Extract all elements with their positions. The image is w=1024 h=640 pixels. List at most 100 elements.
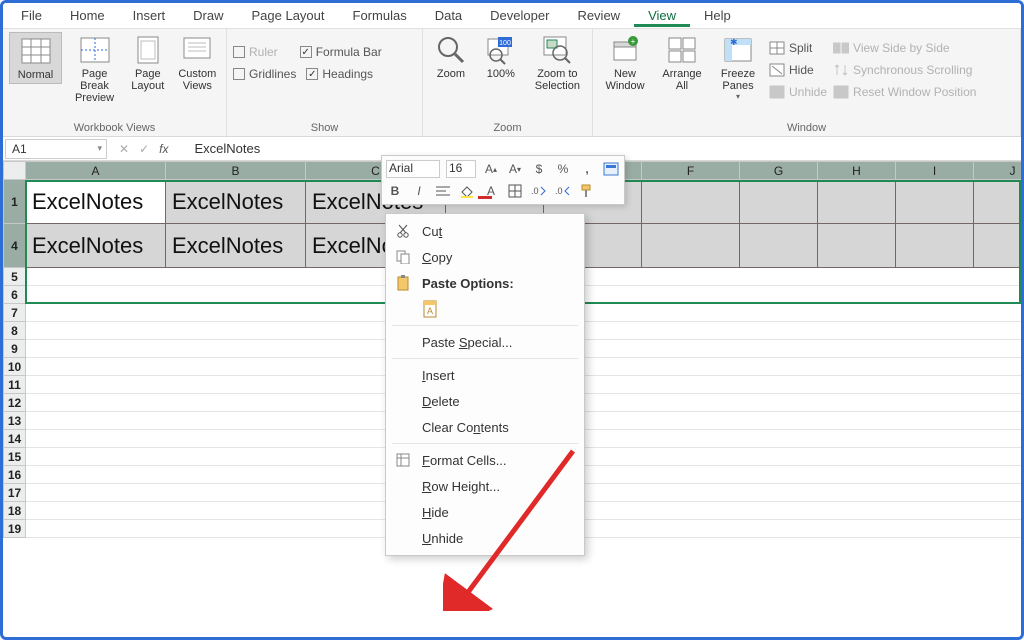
comma-format-icon[interactable]: , [578, 160, 596, 178]
col-header[interactable]: G [740, 162, 818, 180]
cell[interactable] [896, 180, 974, 224]
format-painter-icon[interactable] [578, 182, 596, 200]
gridlines-checkbox[interactable]: Gridlines [233, 64, 296, 84]
tab-review[interactable]: Review [563, 4, 634, 27]
borders-icon[interactable] [506, 182, 524, 200]
zoom-icon [435, 34, 467, 66]
hide-window-button[interactable]: Hide [769, 60, 827, 80]
zoom-button[interactable]: Zoom [429, 32, 473, 82]
ctx-clear-contents[interactable]: Clear Contents [386, 414, 584, 440]
cell[interactable] [740, 180, 818, 224]
worksheet-grid[interactable]: A B C D E F G H I J 1 ExcelNotes ExcelNo… [3, 161, 1021, 538]
cell[interactable] [642, 180, 740, 224]
tab-page-layout[interactable]: Page Layout [238, 4, 339, 27]
row-header[interactable]: 5 [4, 268, 26, 286]
row-header[interactable]: 15 [4, 448, 26, 466]
conditional-format-icon[interactable] [602, 160, 620, 178]
bold-icon[interactable]: B [386, 182, 404, 200]
normal-view-button[interactable]: Normal [9, 32, 62, 84]
cell[interactable]: ExcelNotes [26, 180, 166, 224]
ctx-unhide[interactable]: Unhide [386, 525, 584, 551]
ctx-row-height[interactable]: Row Height... [386, 473, 584, 499]
page-break-preview-button[interactable]: Page Break Preview [68, 32, 121, 106]
accounting-format-icon[interactable]: $ [530, 160, 548, 178]
ctx-hide[interactable]: Hide [386, 499, 584, 525]
cell[interactable] [642, 224, 740, 268]
col-header[interactable]: I [896, 162, 974, 180]
cell[interactable] [818, 180, 896, 224]
row-header[interactable]: 13 [4, 412, 26, 430]
new-window-button[interactable]: + New Window [599, 32, 651, 94]
row-header[interactable]: 17 [4, 484, 26, 502]
tab-formulas[interactable]: Formulas [339, 4, 421, 27]
formula-input[interactable]: ExcelNotes [178, 141, 260, 156]
tab-developer[interactable]: Developer [476, 4, 563, 27]
tab-view[interactable]: View [634, 4, 690, 27]
ctx-format-cells[interactable]: Format Cells... [386, 447, 584, 473]
cell[interactable] [974, 224, 1024, 268]
zoom-100-button[interactable]: 100 100% [479, 32, 523, 82]
font-select[interactable]: Arial [386, 160, 440, 178]
headings-checkbox[interactable]: ✓ Headings [306, 64, 373, 84]
font-color-icon[interactable]: A [482, 182, 500, 200]
cell[interactable] [818, 224, 896, 268]
decrease-font-icon[interactable]: A▾ [506, 160, 524, 178]
cell[interactable]: ExcelNotes [166, 224, 306, 268]
row-header[interactable]: 7 [4, 304, 26, 322]
cell[interactable] [740, 224, 818, 268]
row-header[interactable]: 1 [4, 180, 26, 224]
col-header[interactable]: A [26, 162, 166, 180]
row-header[interactable]: 9 [4, 340, 26, 358]
tab-draw[interactable]: Draw [179, 4, 237, 27]
row-header[interactable]: 14 [4, 430, 26, 448]
tab-file[interactable]: File [7, 4, 56, 27]
ctx-paste-special[interactable]: Paste Special... [386, 329, 584, 355]
cell[interactable] [974, 180, 1024, 224]
row-header[interactable]: 11 [4, 376, 26, 394]
cell[interactable]: ExcelNotes [26, 224, 166, 268]
align-icon[interactable] [434, 182, 452, 200]
name-box[interactable]: A1 [5, 139, 107, 159]
ctx-insert[interactable]: Insert [386, 362, 584, 388]
formula-bar-checkbox[interactable]: ✓ Formula Bar [300, 42, 382, 62]
row-header[interactable]: 19 [4, 520, 26, 538]
increase-decimal-icon[interactable]: .0 [530, 182, 548, 200]
fill-color-icon[interactable] [458, 182, 476, 200]
tab-home[interactable]: Home [56, 4, 119, 27]
select-all-corner[interactable] [4, 162, 26, 180]
increase-font-icon[interactable]: A▴ [482, 160, 500, 178]
font-size-select[interactable]: 16 [446, 160, 476, 178]
ctx-delete[interactable]: Delete [386, 388, 584, 414]
ctx-copy[interactable]: Copy [386, 244, 584, 270]
arrange-all-button[interactable]: Arrange All [657, 32, 707, 94]
row-header[interactable]: 18 [4, 502, 26, 520]
col-header[interactable]: B [166, 162, 306, 180]
row-header[interactable]: 16 [4, 466, 26, 484]
tab-help[interactable]: Help [690, 4, 745, 27]
ctx-cut[interactable]: Cut [386, 218, 584, 244]
custom-views-button[interactable]: Custom Views [175, 32, 220, 94]
fx-icon[interactable]: fx [159, 142, 168, 156]
page-layout-button[interactable]: Page Layout [127, 32, 169, 94]
zoom-selection-button[interactable]: Zoom to Selection [529, 32, 586, 94]
row-header[interactable]: 6 [4, 286, 26, 304]
cancel-formula-icon[interactable]: ✕ [119, 142, 129, 156]
enter-formula-icon[interactable]: ✓ [139, 142, 149, 156]
col-header[interactable]: J [974, 162, 1024, 180]
freeze-panes-button[interactable]: ✱ Freeze Panes ▾ [713, 32, 763, 103]
percent-format-icon[interactable]: % [554, 160, 572, 178]
row-header[interactable]: 8 [4, 322, 26, 340]
col-header[interactable]: H [818, 162, 896, 180]
tab-insert[interactable]: Insert [119, 4, 180, 27]
split-button[interactable]: Split [769, 38, 827, 58]
italic-icon[interactable]: I [410, 182, 428, 200]
row-header[interactable]: 12 [4, 394, 26, 412]
cell[interactable] [896, 224, 974, 268]
col-header[interactable]: F [642, 162, 740, 180]
cell[interactable]: ExcelNotes [166, 180, 306, 224]
row-header[interactable]: 10 [4, 358, 26, 376]
ctx-paste-default[interactable]: A [386, 296, 584, 322]
tab-data[interactable]: Data [421, 4, 476, 27]
row-header[interactable]: 4 [4, 224, 26, 268]
decrease-decimal-icon[interactable]: .0 [554, 182, 572, 200]
